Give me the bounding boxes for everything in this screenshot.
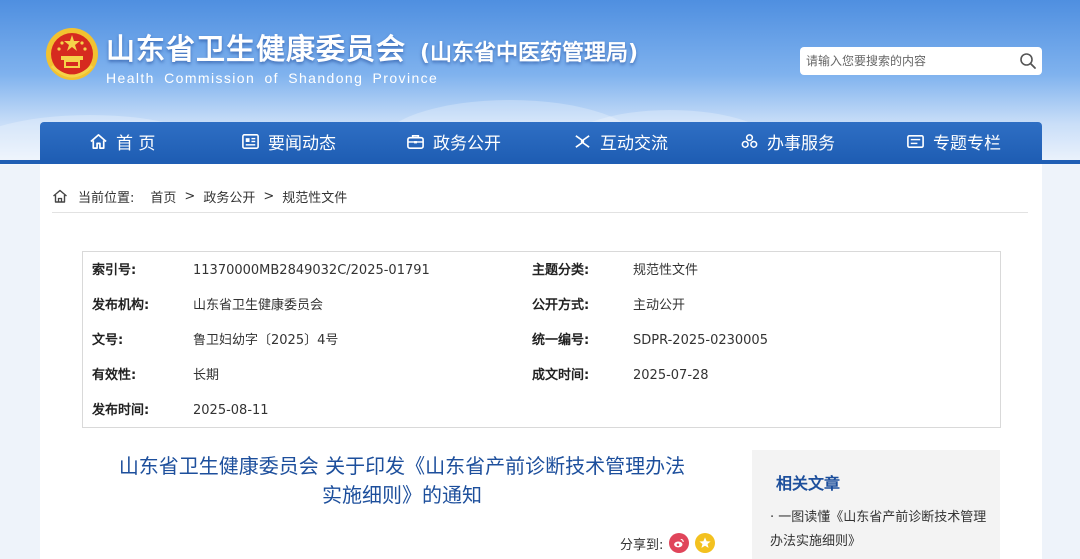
interaction-icon	[575, 134, 590, 148]
qzone-share-icon[interactable]	[695, 533, 716, 553]
main-nav: 首 页 要闻动态 政务公开 互动交流 办事服务 专题专栏	[40, 122, 1042, 160]
nav-label-special-columns: 专题专栏	[933, 133, 1001, 154]
validity-value: 长期	[193, 368, 220, 383]
nav-item-interaction[interactable]: 互动交流	[573, 122, 668, 160]
nav-label-home: 首 页	[116, 133, 156, 154]
related-articles-panel: 相关文章 · 一图读懂《山东省产前诊断技术管理办法实施细则》	[752, 450, 1000, 559]
nav-label-government-affairs: 政务公开	[433, 133, 501, 154]
breadcrumb-item-normative-documents[interactable]: 规范性文件	[282, 187, 347, 206]
document-number-label: 文号:	[92, 333, 124, 348]
search-icon[interactable]	[1019, 52, 1037, 70]
article-title-line-2: 实施细则》的通知	[322, 483, 482, 507]
breadcrumb-separator: >	[184, 188, 196, 204]
breadcrumb-separator: >	[263, 188, 275, 204]
share-bar: 分享到:	[620, 533, 716, 553]
publisher-label: 发布机构:	[92, 298, 150, 313]
service-icon	[741, 133, 758, 148]
index-number-label: 索引号:	[92, 263, 137, 278]
breadcrumb: 当前位置: 首页 > 政务公开 > 规范性文件	[52, 186, 347, 206]
public-mode-value: 主动公开	[633, 298, 686, 313]
news-icon	[242, 133, 259, 149]
public-mode-label: 公开方式:	[532, 298, 590, 313]
site-title: 山东省卫生健康委员会	[106, 32, 407, 66]
weibo-share-icon[interactable]	[669, 533, 690, 553]
published-date-label: 发布时间:	[92, 403, 150, 418]
home-icon	[53, 189, 67, 203]
national-emblem-icon	[46, 28, 98, 80]
site-english-name: Health Commission of Shandong Province	[106, 70, 439, 86]
article-title-line-1: 山东省卫生健康委员会 关于印发《山东省产前诊断技术管理办法	[118, 454, 686, 478]
created-date-label: 成文时间:	[532, 368, 590, 383]
nav-label-services: 办事服务	[767, 133, 835, 154]
validity-label: 有效性:	[92, 368, 137, 383]
nav-item-government-affairs[interactable]: 政务公开	[406, 122, 501, 160]
search-box	[800, 47, 1042, 75]
nav-item-home[interactable]: 首 页	[89, 122, 155, 160]
related-article-link[interactable]: · 一图读懂《山东省产前诊断技术管理办法实施细则》	[770, 506, 998, 554]
article-title: 山东省卫生健康委员会 关于印发《山东省产前诊断技术管理办法 实施细则》的通知	[82, 452, 722, 510]
unified-number-value: SDPR-2025-0230005	[633, 333, 768, 348]
related-articles-title: 相关文章	[776, 474, 841, 493]
publisher-value: 山东省卫生健康委员会	[193, 298, 324, 313]
column-icon	[907, 134, 924, 148]
nav-label-news: 要闻动态	[268, 133, 336, 154]
document-number-value: 鲁卫妇幼字〔2025〕4号	[193, 333, 339, 348]
nav-item-services[interactable]: 办事服务	[740, 122, 835, 160]
created-date-value: 2025-07-28	[633, 368, 709, 383]
published-date-value: 2025-08-11	[193, 403, 269, 418]
nav-item-special-columns[interactable]: 专题专栏	[906, 122, 1001, 160]
index-number-value: 11370000MB2849032C/2025-01791	[193, 263, 430, 278]
home-icon	[90, 133, 107, 149]
breadcrumb-item-government-affairs[interactable]: 政务公开	[203, 187, 255, 206]
breadcrumb-prefix: 当前位置:	[78, 190, 135, 206]
divider	[52, 212, 1028, 213]
briefcase-icon	[407, 134, 424, 149]
topic-label: 主题分类:	[532, 263, 590, 278]
site-subtitle: (山东省中医药管理局)	[420, 41, 639, 66]
nav-item-news[interactable]: 要闻动态	[241, 122, 336, 160]
topic-value: 规范性文件	[633, 263, 699, 278]
nav-label-interaction: 互动交流	[600, 133, 668, 154]
document-metadata-table: 索引号: 11370000MB2849032C/2025-01791 主题分类:…	[82, 251, 1001, 428]
unified-number-label: 统一编号:	[532, 333, 590, 348]
share-label: 分享到:	[620, 537, 664, 553]
search-input[interactable]	[806, 51, 1006, 71]
breadcrumb-item-home[interactable]: 首页	[150, 187, 176, 206]
